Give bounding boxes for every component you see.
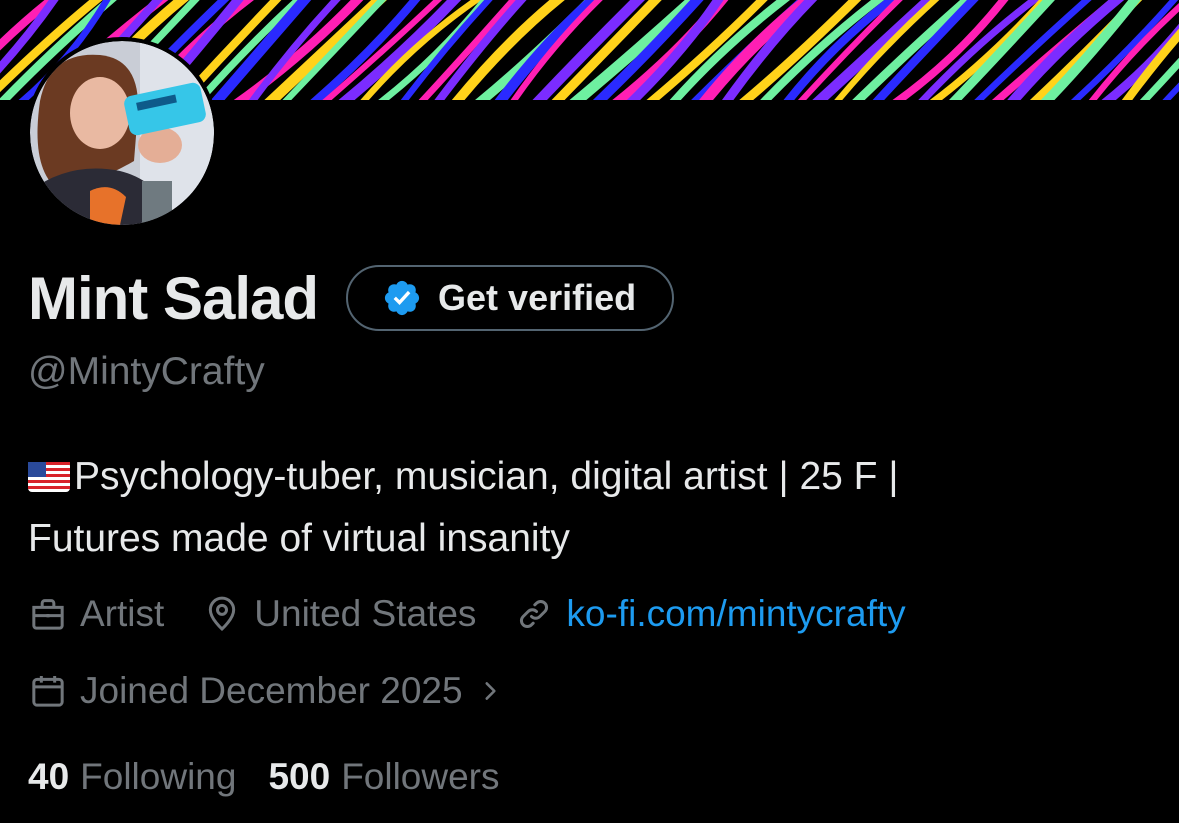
profile-bio: Psychology-tuber, musician, digital arti…: [28, 446, 1148, 570]
chevron-right-icon[interactable]: [477, 678, 503, 704]
follow-stats: 40 Following 500 Followers: [28, 752, 532, 802]
name-row: Mint Salad Get verified: [28, 262, 675, 334]
joined-row[interactable]: Joined December 2025: [28, 665, 503, 717]
briefcase-icon: [32, 599, 64, 630]
banner-stroke: [760, 0, 885, 100]
website-item[interactable]: ko-fi.com/mintycrafty: [514, 593, 906, 635]
get-verified-label: Get verified: [438, 277, 637, 318]
location-pin-icon: [209, 596, 236, 632]
website-link[interactable]: ko-fi.com/mintycrafty: [566, 593, 905, 635]
banner-stroke: [949, 0, 1055, 100]
avatar[interactable]: [26, 37, 218, 229]
followers-link[interactable]: 500 Followers: [268, 756, 499, 798]
profession-text: Artist: [80, 593, 165, 634]
get-verified-button[interactable]: Get verified: [346, 265, 675, 331]
joined-text: Joined December 2025: [80, 670, 463, 711]
profession-item: Artist: [28, 593, 164, 635]
location-text: United States: [254, 593, 477, 634]
followers-label: Followers: [341, 756, 500, 797]
us-flag-icon: [28, 449, 70, 492]
following-count: 40: [28, 756, 70, 797]
following-link[interactable]: 40 Following: [28, 756, 236, 798]
following-label: Following: [80, 756, 237, 797]
link-icon: [520, 600, 549, 628]
calendar-icon: [32, 676, 64, 707]
location-item: United States: [202, 593, 476, 635]
profile-meta-row: Artist United States ko-fi.com/mintycraf…: [28, 588, 944, 640]
verified-badge-icon: [382, 278, 422, 318]
bio-line-1: Psychology-tuber, musician, digital arti…: [74, 455, 899, 498]
followers-count: 500: [268, 756, 331, 797]
display-name: Mint Salad: [28, 264, 319, 332]
user-handle: @MintyCrafty: [28, 350, 265, 393]
avatar-photo: [30, 41, 214, 225]
bio-line-2: Futures made of virtual insanity: [28, 517, 570, 560]
